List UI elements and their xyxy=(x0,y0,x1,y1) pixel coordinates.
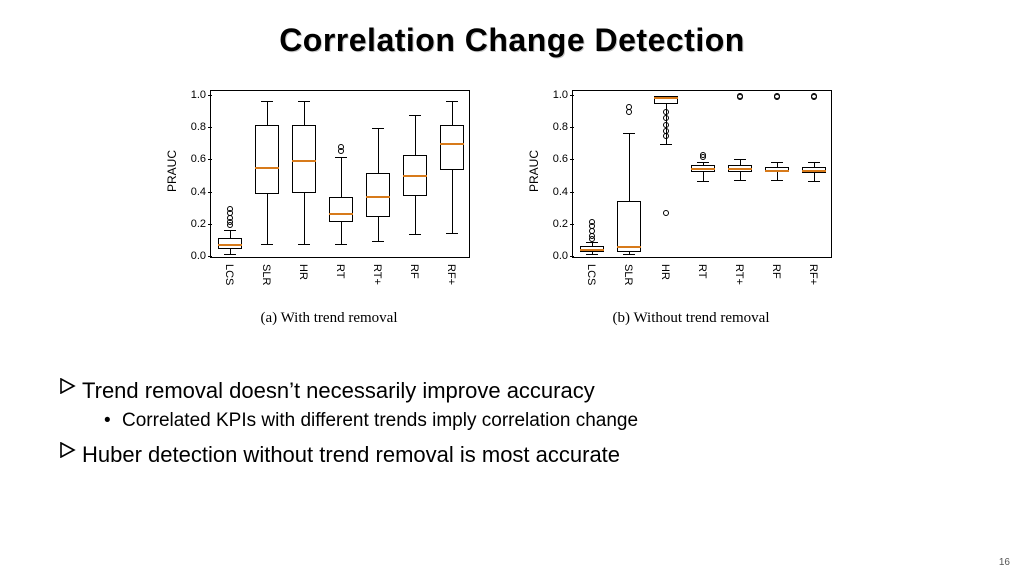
bullet-content: Trend removal doesn’t necessarily improv… xyxy=(60,368,964,472)
y-tick-label: 0.6 xyxy=(191,153,206,165)
boxplot-SLR xyxy=(255,91,279,257)
boxplot-RF xyxy=(765,91,789,257)
outlier-point xyxy=(663,210,669,216)
subcaption-b: (b) Without trend removal xyxy=(522,310,860,327)
y-tick-label: 0.2 xyxy=(553,218,568,230)
bullet-1-sub: • Correlated KPIs with different trends … xyxy=(104,410,964,432)
boxplot-LCS xyxy=(580,91,604,257)
x-tick-label: RF+ xyxy=(445,264,457,285)
boxplot-RT xyxy=(329,91,353,257)
y-tick-label: 0.4 xyxy=(191,186,206,198)
chart-row: PRAUC 0.0 0.2 0.4 0.6 0.8 1.0 LCS SLR HR RT RT+ RF… xyxy=(160,86,860,326)
x-tick-label: RT+ xyxy=(733,264,745,285)
outlier-point xyxy=(663,122,669,128)
y-axis-label: PRAUC xyxy=(162,86,182,256)
y-ticks: 0.00.20.40.60.81.0 xyxy=(544,86,570,258)
dot-bullet-icon: • xyxy=(104,410,122,432)
y-tick-label: 0.4 xyxy=(553,186,568,198)
y-tick-label: 1.0 xyxy=(191,89,206,101)
x-tick-label: LCS xyxy=(223,264,235,285)
bullet-2: Huber detection without trend removal is… xyxy=(60,442,964,468)
bullet-2-text: Huber detection without trend removal is… xyxy=(82,442,620,468)
x-tick-label: SLR xyxy=(260,264,272,285)
plot-area-a xyxy=(210,90,470,258)
x-tick-label: RT xyxy=(334,264,346,278)
outlier-point xyxy=(227,206,233,212)
y-tick-label: 0.6 xyxy=(553,153,568,165)
slide: { "title": "Correlation Change Detection… xyxy=(0,0,1024,576)
y-tick-label: 1.0 xyxy=(553,89,568,101)
subcaption-a: (a) With trend removal xyxy=(160,310,498,327)
boxplot-HR xyxy=(292,91,316,257)
outlier-point xyxy=(663,109,669,115)
y-axis-label: PRAUC xyxy=(524,86,544,256)
y-tick-label: 0.0 xyxy=(191,250,206,262)
bullet-1-text: Trend removal doesn’t necessarily improv… xyxy=(82,378,595,404)
x-tick-label: SLR xyxy=(622,264,634,285)
outlier-point xyxy=(737,93,743,99)
x-tick-label: RF xyxy=(770,264,782,279)
bullet-1: Trend removal doesn’t necessarily improv… xyxy=(60,378,964,404)
outlier-point xyxy=(589,228,595,234)
boxplot-RF xyxy=(403,91,427,257)
x-tick-label: HR xyxy=(297,264,309,280)
boxplot-RF+ xyxy=(802,91,826,257)
triangle-bullet-icon xyxy=(60,378,82,394)
outlier-point xyxy=(663,133,669,139)
page-title: Correlation Change Detection xyxy=(0,22,1024,59)
x-tick-label: HR xyxy=(659,264,671,280)
outlier-point xyxy=(589,219,595,225)
boxplot-LCS xyxy=(218,91,242,257)
y-ticks: 0.00.20.40.60.81.0 xyxy=(182,86,208,258)
y-tick-label: 0.2 xyxy=(191,218,206,230)
x-ticks: LCS SLR HR RT RT+ RF RF+ xyxy=(572,258,832,308)
plot-area-b xyxy=(572,90,832,258)
x-tick-label: RF xyxy=(408,264,420,279)
x-tick-label: LCS xyxy=(585,264,597,285)
x-tick-label: RT+ xyxy=(371,264,383,285)
x-ticks: LCS SLR HR RT RT+ RF RF+ xyxy=(210,258,470,308)
chart-b-boxplot: PRAUC 0.0 0.2 0.4 0.6 0.8 1.0 LCS SLR HR RT RT+ RF… xyxy=(522,86,860,296)
x-tick-label: RT xyxy=(696,264,708,278)
outlier-point xyxy=(227,215,233,221)
boxplot-HR xyxy=(654,91,678,257)
boxplot-RF+ xyxy=(440,91,464,257)
boxplot-RT+ xyxy=(366,91,390,257)
y-tick-label: 0.0 xyxy=(553,250,568,262)
y-tick-label: 0.8 xyxy=(191,121,206,133)
bullet-1-sub-text: Correlated KPIs with different trends im… xyxy=(122,410,638,432)
page-number: 16 xyxy=(999,557,1010,568)
outlier-point xyxy=(626,104,632,110)
chart-a-boxplot: PRAUC 0.0 0.2 0.4 0.6 0.8 1.0 LCS SLR HR RT RT+ RF… xyxy=(160,86,498,296)
y-tick-label: 0.8 xyxy=(553,121,568,133)
boxplot-RT+ xyxy=(728,91,752,257)
boxplot-SLR xyxy=(617,91,641,257)
boxplot-RT xyxy=(691,91,715,257)
outlier-point xyxy=(663,115,669,121)
triangle-bullet-icon xyxy=(60,442,82,458)
x-tick-label: RF+ xyxy=(807,264,819,285)
